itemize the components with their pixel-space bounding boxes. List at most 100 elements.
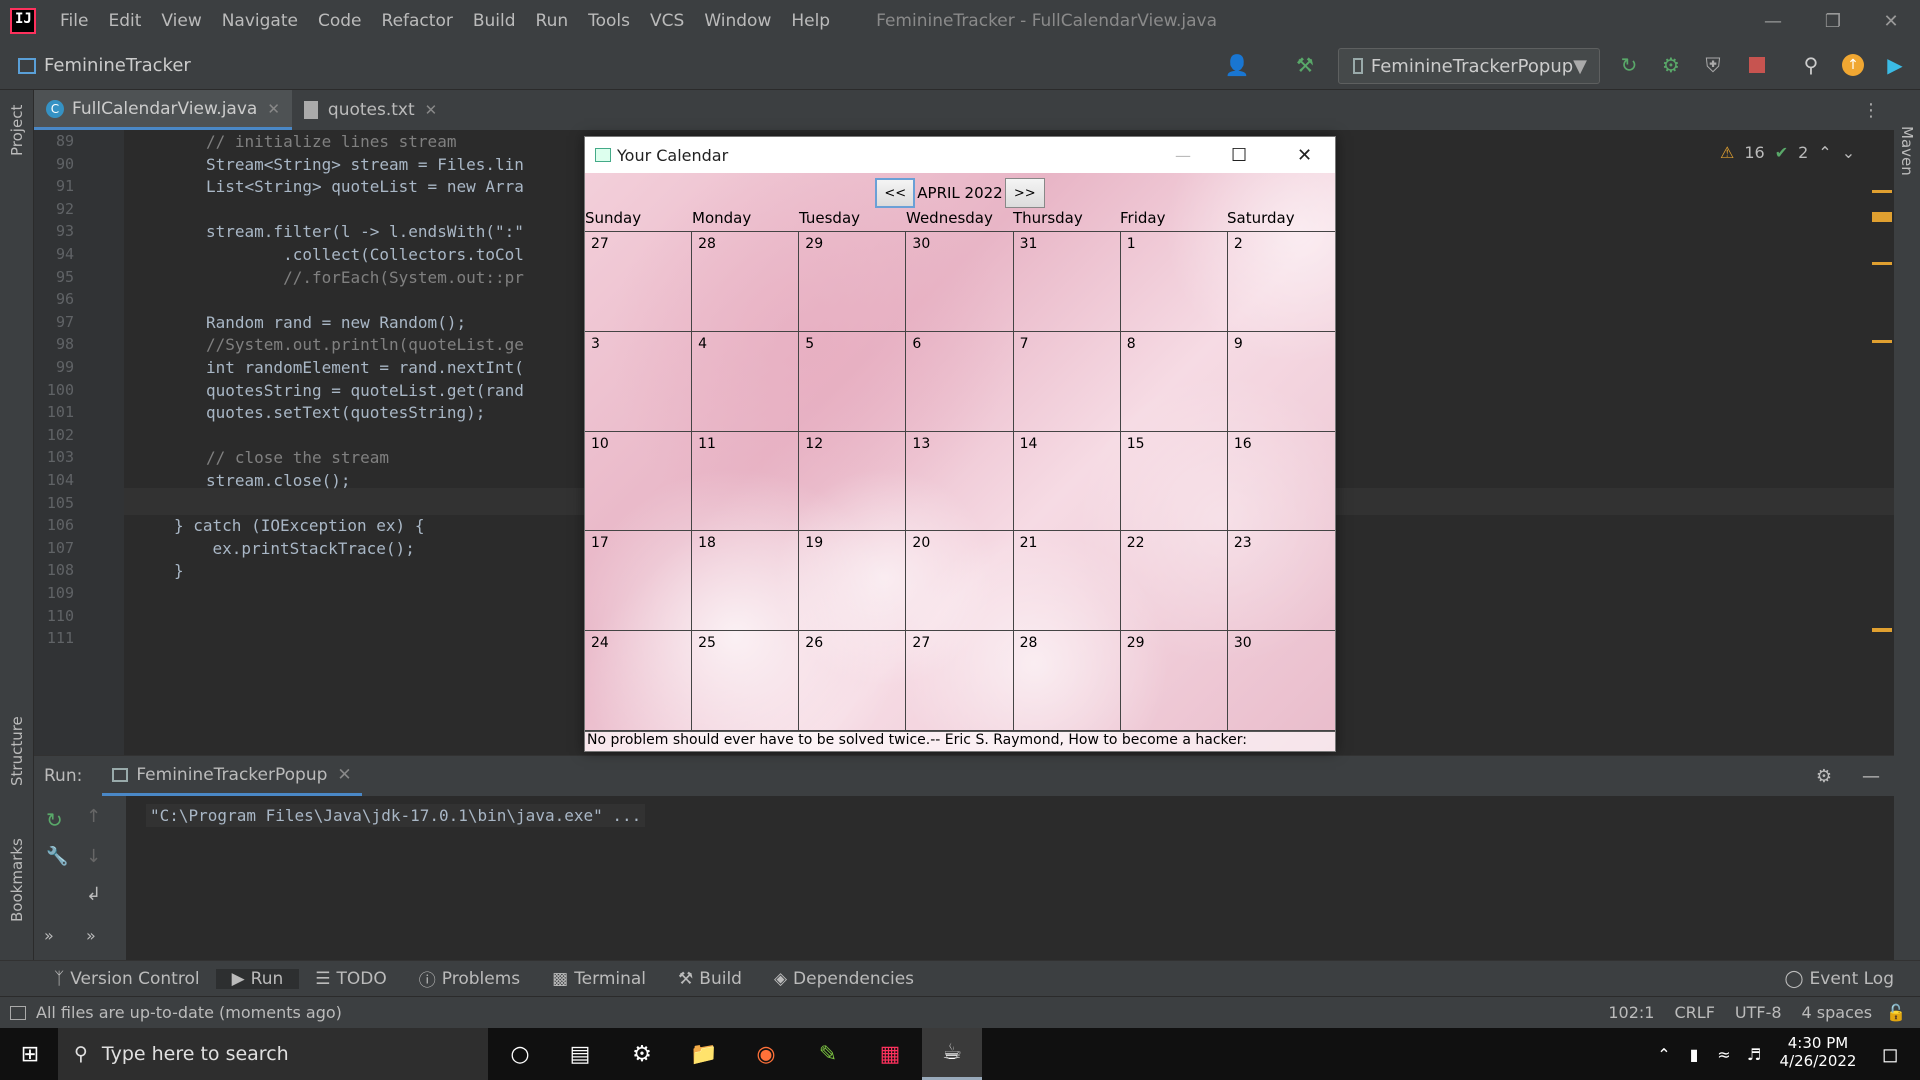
more-tabs-icon[interactable]: ⋮ [1862,90,1880,130]
menu-tools[interactable]: Tools [578,11,640,31]
menu-file[interactable]: File [50,11,98,31]
next-highlight-icon[interactable]: ⌄ [1842,143,1855,162]
settings-icon[interactable]: ⚙ [612,1028,672,1080]
wrench-icon[interactable]: 🔧 [46,846,68,867]
menu-vcs[interactable]: VCS [640,11,694,31]
menu-navigate[interactable]: Navigate [212,11,308,31]
minimize-icon[interactable]: — [1744,0,1802,42]
tab-terminal[interactable]: ▩ Terminal [536,969,662,989]
calendar-day-cell[interactable]: 29 [1120,631,1228,731]
calendar-day-cell[interactable]: 5 [799,331,907,432]
tab-dependencies[interactable]: ◈ Dependencies [758,969,930,989]
settings-gear-icon[interactable]: ⚙ [1816,766,1832,787]
tab-build[interactable]: ⚒ Build [662,969,758,989]
calendar-day-cell[interactable]: 23 [1227,531,1335,632]
calendar-day-cell[interactable]: 6 [906,331,1014,432]
cortana-icon[interactable]: ○ [490,1028,550,1080]
expand-icon[interactable]: » [86,926,96,945]
notifications-icon[interactable]: ◻ [1860,1028,1920,1080]
calendar-day-cell[interactable]: 1 [1120,232,1228,332]
stop-icon[interactable] [1744,52,1770,78]
user-icon[interactable]: 👤 [1224,52,1250,78]
calendar-day-cell[interactable]: 9 [1227,332,1335,432]
calendar-day-cell[interactable]: 21 [1013,531,1121,632]
expand-icon[interactable]: » [44,926,54,945]
menu-refactor[interactable]: Refactor [372,11,463,31]
toolbox-icon[interactable]: ▶ [1882,52,1908,78]
caret-position[interactable]: 102:1 [1608,1003,1654,1022]
calendar-day-cell[interactable]: 28 [692,232,800,332]
close-tab-icon[interactable]: ✕ [267,100,280,118]
calendar-day-cell[interactable]: 28 [1013,631,1121,731]
task-view-icon[interactable]: ▤ [550,1028,610,1080]
file-explorer-icon[interactable]: 📁 [674,1028,734,1080]
windows-start-icon[interactable]: ⊞ [0,1028,60,1080]
minimize-icon[interactable]: — [1175,146,1191,165]
calendar-day-cell[interactable]: 8 [1120,331,1228,432]
update-icon[interactable]: ↑ [1840,52,1866,78]
calendar-day-cell[interactable]: 25 [692,631,800,731]
calendar-day-cell[interactable]: 16 [1227,432,1335,532]
line-separator[interactable]: CRLF [1674,1003,1714,1022]
error-stripe[interactable] [1872,190,1894,690]
calendar-day-cell[interactable]: 4 [692,331,800,432]
up-arrow-icon[interactable]: ↑ [86,806,101,827]
console-output[interactable]: "C:\Program Files\Java\jdk-17.0.1\bin\ja… [146,804,646,827]
calendar-day-cell[interactable]: 10 [585,431,693,532]
file-encoding[interactable]: UTF-8 [1735,1003,1782,1022]
intellij-taskbar-icon[interactable]: ▦ [860,1028,920,1080]
previous-month-button[interactable]: << [875,178,916,208]
calendar-day-cell[interactable]: 15 [1120,431,1228,532]
calendar-day-cell[interactable]: 29 [799,232,907,332]
clock[interactable]: 4:30 PM 4/26/2022 [1770,1034,1866,1070]
close-tab-icon[interactable]: ✕ [337,765,351,785]
calendar-day-cell[interactable]: 7 [1013,331,1121,432]
calendar-day-cell[interactable]: 12 [799,431,907,532]
menu-edit[interactable]: Edit [98,11,151,31]
menu-view[interactable]: View [151,11,211,31]
project-tool-tab[interactable]: Project [8,105,26,156]
calendar-day-cell[interactable]: 27 [585,232,693,332]
next-month-button[interactable]: >> [1004,178,1045,208]
debug-icon[interactable]: ⚙ [1658,52,1684,78]
menu-build[interactable]: Build [463,11,526,31]
menu-code[interactable]: Code [308,11,372,31]
lock-icon[interactable]: 🔓 [1886,1003,1906,1022]
rerun-icon[interactable]: ↻ [1616,52,1642,78]
calendar-day-cell[interactable]: 24 [585,631,693,731]
rerun-icon[interactable]: ↻ [46,808,63,832]
menu-window[interactable]: Window [694,11,781,31]
calendar-day-cell[interactable]: 20 [906,531,1014,632]
tab-problems[interactable]: ⓘ Problems [403,966,536,992]
search-icon[interactable]: ⚲ [1798,52,1824,78]
java-app-icon[interactable]: ☕ [922,1028,982,1080]
close-icon[interactable]: ✕ [1297,145,1312,166]
panel-toggle-icon[interactable] [10,1005,26,1020]
calendar-day-cell[interactable]: 11 [692,431,800,532]
maven-tool-tab[interactable]: Maven [1898,126,1916,176]
maximize-icon[interactable]: ☐ [1231,145,1247,166]
run-configuration-select[interactable]: FeminineTrackerPopup ▼ [1338,48,1600,84]
down-arrow-icon[interactable]: ↓ [86,846,101,867]
calendar-day-cell[interactable]: 3 [585,331,693,432]
calendar-day-cell[interactable]: 26 [799,631,907,731]
taskbar-search[interactable]: ⚲ Type here to search [58,1028,488,1080]
calendar-day-cell[interactable]: 22 [1120,531,1228,632]
close-tab-icon[interactable]: ✕ [425,101,438,119]
bookmarks-tool-tab[interactable]: Bookmarks [8,838,26,922]
tab-version-control[interactable]: ᛉ Version Control [38,969,216,989]
calendar-day-cell[interactable]: 30 [1227,631,1335,731]
calendar-day-cell[interactable]: 31 [1013,232,1121,332]
build-hammer-icon[interactable]: ⚒ [1292,52,1318,78]
calendar-day-cell[interactable]: 14 [1013,431,1121,532]
indent-setting[interactable]: 4 spaces [1802,1003,1873,1022]
coverage-icon[interactable]: ⛨ [1700,52,1726,78]
notepad-plus-icon[interactable]: ✎ [798,1028,858,1080]
menu-help[interactable]: Help [781,11,840,31]
previous-highlight-icon[interactable]: ⌃ [1818,143,1831,162]
structure-tool-tab[interactable]: Structure [8,716,26,786]
calendar-day-cell[interactable]: 13 [906,431,1014,532]
close-icon[interactable]: ✕ [1862,0,1920,42]
calendar-day-cell[interactable]: 30 [906,232,1014,332]
calendar-day-cell[interactable]: 2 [1227,232,1335,332]
